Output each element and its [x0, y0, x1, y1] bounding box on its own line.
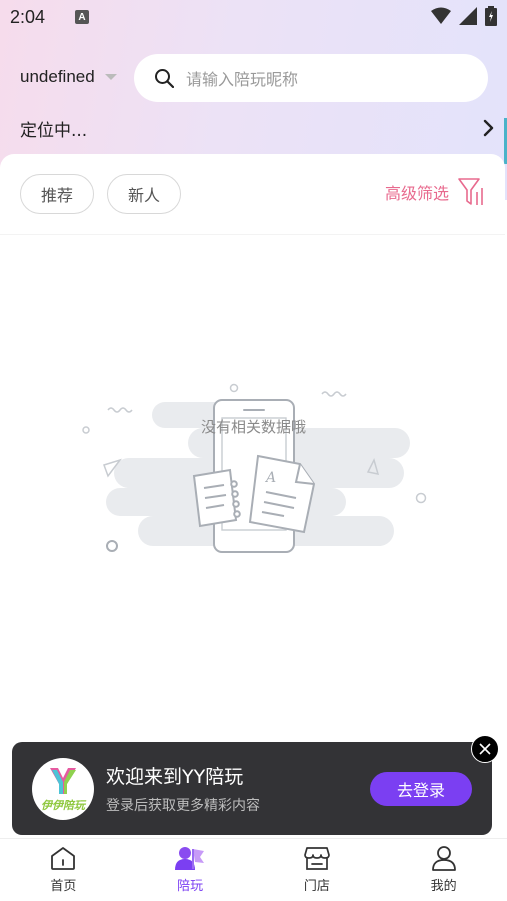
empty-state-text: 没有相关数据哦	[200, 418, 306, 436]
close-icon	[479, 743, 491, 755]
companion-icon	[175, 847, 205, 870]
location-row[interactable]: 定位中...	[20, 114, 495, 142]
tab-store[interactable]: 门店	[254, 839, 381, 901]
chip-recommend[interactable]: 推荐	[20, 174, 94, 214]
filter-funnel-icon	[458, 178, 483, 205]
bottom-tab-bar: 首页 陪玩 门店 我的	[0, 838, 507, 901]
location-text: 定位中...	[20, 120, 88, 141]
close-banner-button[interactable]	[471, 735, 499, 763]
search-placeholder: 请输入陪玩昵称	[186, 70, 299, 89]
search-input[interactable]: 请输入陪玩昵称	[134, 54, 488, 102]
search-row: undefined 请输入陪玩昵称	[0, 52, 507, 102]
status-bar: 2:04 A	[0, 0, 507, 34]
search-icon	[155, 69, 174, 88]
tab-label: 门店	[303, 879, 330, 894]
store-icon	[304, 847, 330, 870]
filter-row: 推荐 新人 高级筛选	[0, 174, 505, 214]
signal-icon	[459, 7, 477, 25]
banner-subtitle: 登录后获取更多精彩内容	[106, 798, 260, 814]
tab-label: 首页	[50, 879, 77, 894]
chip-newcomer[interactable]: 新人	[107, 174, 181, 214]
tab-companion[interactable]: 陪玩	[127, 839, 254, 901]
status-time: 2:04	[10, 6, 46, 27]
app-logo-text: 伊伊陪玩	[41, 798, 85, 812]
caret-down-icon	[104, 74, 117, 80]
notification-a-icon: A	[75, 10, 90, 24]
city-selector[interactable]: undefined	[20, 67, 117, 87]
profile-icon	[431, 846, 456, 871]
home-icon	[51, 847, 76, 870]
filter-divider	[0, 234, 505, 235]
tab-home[interactable]: 首页	[0, 839, 127, 901]
chip-label: 推荐	[40, 186, 73, 205]
banner-text: 欢迎来到YY陪玩 登录后获取更多精彩内容	[106, 762, 260, 815]
city-label: undefined	[20, 67, 95, 86]
wifi-icon	[431, 7, 451, 24]
svg-text:A: A	[264, 470, 276, 486]
advanced-filter-label: 高级筛选	[384, 184, 449, 203]
empty-state-illustration: A	[82, 383, 427, 553]
login-banner: 伊伊陪玩 欢迎来到YY陪玩 登录后获取更多精彩内容 去登录	[12, 735, 499, 835]
chevron-right-icon	[483, 119, 494, 137]
status-icons	[431, 6, 497, 26]
app-logo: 伊伊陪玩	[32, 757, 94, 820]
login-button[interactable]: 去登录	[370, 772, 472, 806]
tab-label: 陪玩	[177, 879, 204, 894]
tab-profile[interactable]: 我的	[380, 839, 507, 901]
banner-title: 欢迎来到YY陪玩	[106, 766, 244, 788]
advanced-filter-button[interactable]: 高级筛选	[385, 176, 485, 208]
content-card: 推荐 新人 高级筛选 A	[0, 154, 505, 844]
tab-label: 我的	[430, 879, 457, 894]
battery-icon	[485, 6, 497, 26]
chip-label: 新人	[127, 186, 160, 205]
